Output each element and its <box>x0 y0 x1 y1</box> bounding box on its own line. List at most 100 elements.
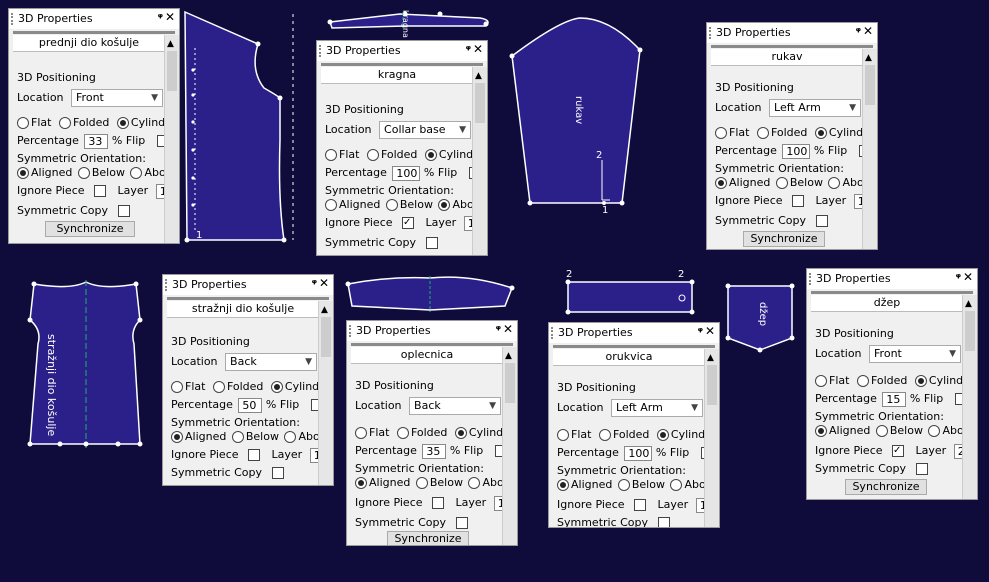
synchronize-button[interactable]: Synchronize <box>845 479 927 495</box>
cylinder-radio[interactable] <box>424 149 437 161</box>
symmetric-copy-checkbox[interactable] <box>657 517 670 527</box>
below-radio[interactable] <box>875 425 888 437</box>
grip-icon[interactable] <box>165 279 169 291</box>
ignore-piece-checkbox[interactable] <box>792 195 805 207</box>
aligned-radio[interactable] <box>171 431 183 443</box>
above-radio[interactable] <box>928 425 941 437</box>
scroll-thumb[interactable] <box>865 65 875 105</box>
panel-titlebar[interactable]: 3D Properties ᵠ ✕ <box>549 323 719 343</box>
folded-radio[interactable] <box>212 381 225 393</box>
scroll-thumb[interactable] <box>505 363 515 403</box>
grip-icon[interactable] <box>709 27 713 39</box>
scroll-thumb[interactable] <box>475 83 485 123</box>
below-radio[interactable] <box>617 479 630 491</box>
vertical-scrollbar[interactable]: ▲ <box>704 349 719 527</box>
percentage-input[interactable]: 50 <box>238 397 263 413</box>
vertical-scrollbar[interactable]: ▲ <box>962 295 977 499</box>
vertical-scrollbar[interactable]: ▲ <box>472 67 487 255</box>
cylinder-radio[interactable] <box>270 381 283 393</box>
close-icon[interactable]: ✕ <box>705 324 715 338</box>
close-icon[interactable]: ✕ <box>319 276 329 290</box>
aligned-radio[interactable] <box>815 425 827 437</box>
above-radio[interactable] <box>438 199 451 211</box>
folded-radio[interactable] <box>396 427 409 439</box>
ignore-piece-checkbox[interactable] <box>634 499 647 511</box>
above-radio[interactable] <box>130 167 143 179</box>
grip-icon[interactable] <box>11 13 15 25</box>
scroll-up-icon[interactable]: ▲ <box>475 71 482 81</box>
pin-icon[interactable]: ᵠ <box>856 25 861 38</box>
below-radio[interactable] <box>385 199 398 211</box>
location-select[interactable]: Left Arm ▼ <box>611 399 704 417</box>
symmetric-copy-checkbox[interactable] <box>455 517 468 529</box>
scroll-thumb[interactable] <box>167 51 177 91</box>
folded-radio[interactable] <box>58 117 71 129</box>
scroll-thumb[interactable] <box>965 311 975 351</box>
location-select[interactable]: Front ▼ <box>869 345 962 363</box>
cylinder-radio[interactable] <box>656 429 669 441</box>
flat-radio[interactable] <box>325 149 337 161</box>
aligned-radio[interactable] <box>355 477 367 489</box>
cylinder-radio[interactable] <box>116 117 129 129</box>
scroll-up-icon[interactable]: ▲ <box>167 39 174 49</box>
close-icon[interactable]: ✕ <box>503 322 513 336</box>
below-radio[interactable] <box>77 167 90 179</box>
percentage-input[interactable]: 15 <box>882 391 907 407</box>
cylinder-radio[interactable] <box>814 127 827 139</box>
aligned-radio[interactable] <box>325 199 337 211</box>
scroll-thumb[interactable] <box>321 317 331 357</box>
grip-icon[interactable] <box>349 325 353 337</box>
scroll-up-icon[interactable]: ▲ <box>321 305 328 315</box>
pin-icon[interactable]: ᵠ <box>158 11 163 24</box>
pin-icon[interactable]: ᵠ <box>496 323 501 336</box>
panel-titlebar[interactable]: 3D Properties ᵠ ✕ <box>807 269 977 289</box>
ignore-piece-checkbox[interactable] <box>402 215 415 231</box>
symmetric-copy-checkbox[interactable] <box>425 237 438 249</box>
percentage-input[interactable]: 35 <box>422 443 447 459</box>
flat-radio[interactable] <box>815 375 827 387</box>
pin-icon[interactable]: ᵠ <box>956 271 961 284</box>
scroll-up-icon[interactable]: ▲ <box>865 53 872 63</box>
symmetric-copy-checkbox[interactable] <box>815 215 828 227</box>
percentage-input[interactable]: 100 <box>782 143 811 159</box>
synchronize-button[interactable]: Synchronize <box>45 221 135 237</box>
aligned-radio[interactable] <box>715 177 727 189</box>
aligned-radio[interactable] <box>557 479 569 491</box>
close-icon[interactable]: ✕ <box>165 10 175 24</box>
folded-radio[interactable] <box>366 149 379 161</box>
synchronize-button[interactable]: Synchronize <box>743 231 825 247</box>
cylinder-radio[interactable] <box>914 375 927 387</box>
percentage-input[interactable]: 100 <box>624 445 653 461</box>
aligned-radio[interactable] <box>17 167 29 179</box>
below-radio[interactable] <box>415 477 428 489</box>
below-radio[interactable] <box>775 177 788 189</box>
percentage-input[interactable]: 100 <box>392 165 421 181</box>
pin-icon[interactable]: ᵠ <box>698 325 703 338</box>
flat-radio[interactable] <box>715 127 727 139</box>
panel-titlebar[interactable]: 3D Properties ᵠ ✕ <box>317 41 487 61</box>
scroll-up-icon[interactable]: ▲ <box>707 353 714 363</box>
folded-radio[interactable] <box>756 127 769 139</box>
folded-radio[interactable] <box>598 429 611 441</box>
location-select[interactable]: Back ▼ <box>225 353 318 371</box>
pin-icon[interactable]: ᵠ <box>466 43 471 56</box>
grip-icon[interactable] <box>809 273 813 285</box>
panel-titlebar[interactable]: 3D Properties ᵠ ✕ <box>347 321 517 341</box>
close-icon[interactable]: ✕ <box>863 24 873 38</box>
percentage-input[interactable]: 33 <box>84 133 109 149</box>
ignore-piece-checkbox[interactable] <box>248 449 261 461</box>
symmetric-copy-checkbox[interactable] <box>271 467 284 479</box>
scroll-thumb[interactable] <box>707 365 717 405</box>
flat-radio[interactable] <box>557 429 569 441</box>
vertical-scrollbar[interactable]: ▲ <box>862 49 877 249</box>
scroll-up-icon[interactable]: ▲ <box>965 299 972 309</box>
flat-radio[interactable] <box>17 117 29 129</box>
above-radio[interactable] <box>468 477 481 489</box>
above-radio[interactable] <box>670 479 683 491</box>
flat-radio[interactable] <box>171 381 183 393</box>
symmetric-copy-checkbox[interactable] <box>117 205 130 217</box>
symmetric-copy-checkbox[interactable] <box>915 463 928 475</box>
grip-icon[interactable] <box>319 45 323 57</box>
location-select[interactable]: Left Arm ▼ <box>769 99 862 117</box>
vertical-scrollbar[interactable]: ▲ <box>502 347 517 545</box>
